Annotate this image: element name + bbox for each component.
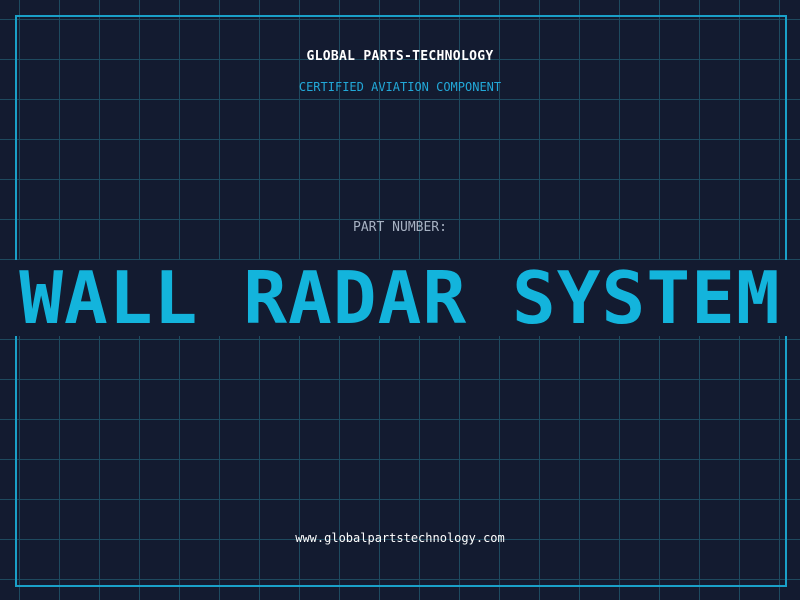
part-number-label: PART NUMBER:	[353, 220, 447, 235]
part-name: WALL RADAR SYSTEM	[19, 256, 781, 340]
company-name: GLOBAL PARTS-TECHNOLOGY	[306, 49, 494, 64]
certification-tagline: CERTIFIED AVIATION COMPONENT	[298, 80, 502, 94]
website-url: www.globalpartstechnology.com	[295, 531, 505, 545]
certificate-card: GLOBAL PARTS-TECHNOLOGY CERTIFIED AVIATI…	[0, 0, 800, 600]
